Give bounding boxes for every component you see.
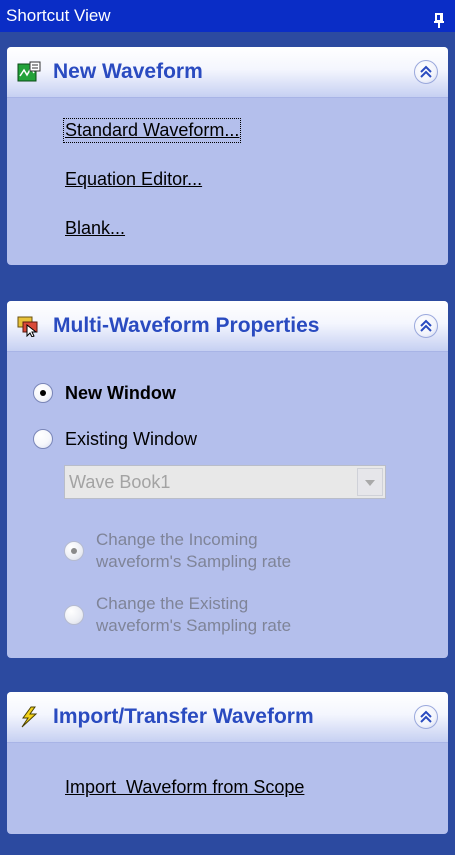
change-existing-label-line2: waveform's Sampling rate: [96, 616, 292, 635]
new-waveform-panel: New Waveform Standard Waveform... Equati…: [7, 47, 448, 265]
radio-selected-dot: [40, 390, 46, 396]
collapse-chevron-icon[interactable]: [414, 705, 438, 729]
new-window-radio[interactable]: [33, 383, 53, 403]
multi-waveform-icon: [17, 315, 41, 338]
dropdown-arrow-icon[interactable]: [357, 468, 383, 496]
change-incoming-label-line1: Change the Incoming: [96, 530, 258, 549]
change-existing-label-line1: Change the Existing: [96, 594, 249, 613]
window-select[interactable]: Wave Book1: [64, 465, 386, 499]
blank-link[interactable]: Blank...: [65, 218, 125, 239]
lightning-icon: [17, 706, 41, 728]
multi-waveform-panel: Multi-Waveform Properties New Window Exi…: [7, 301, 448, 658]
equation-editor-link[interactable]: Equation Editor...: [65, 169, 202, 190]
multi-waveform-header[interactable]: Multi-Waveform Properties: [7, 301, 448, 352]
shortcut-view-titlebar: Shortcut View: [0, 0, 455, 32]
import-waveform-from-scope-link[interactable]: Import Waveform from Scope: [65, 777, 304, 798]
collapse-chevron-icon[interactable]: [414, 60, 438, 84]
shortcut-view-title: Shortcut View: [6, 6, 111, 25]
change-incoming-radio[interactable]: [64, 541, 84, 561]
new-waveform-title: New Waveform: [53, 60, 203, 83]
new-waveform-header[interactable]: New Waveform: [7, 47, 448, 98]
multi-waveform-title: Multi-Waveform Properties: [53, 314, 320, 337]
import-transfer-title: Import/Transfer Waveform: [53, 705, 314, 728]
import-transfer-panel: Import/Transfer Waveform Import Waveform…: [7, 692, 448, 834]
change-incoming-label-line2: waveform's Sampling rate: [96, 552, 292, 571]
new-window-label: New Window: [65, 383, 176, 403]
existing-window-label: Existing Window: [65, 429, 198, 449]
standard-waveform-link[interactable]: Standard Waveform...: [62, 118, 242, 143]
window-select-value: Wave Book1: [69, 472, 171, 492]
change-incoming-label: Change the Incoming waveform's Sampling …: [96, 529, 291, 573]
existing-window-radio[interactable]: [33, 429, 53, 449]
collapse-chevron-icon[interactable]: [414, 314, 438, 338]
new-waveform-icon: [17, 61, 41, 83]
change-existing-radio[interactable]: [64, 605, 84, 625]
import-transfer-header[interactable]: Import/Transfer Waveform: [7, 692, 448, 743]
change-existing-label: Change the Existing waveform's Sampling …: [96, 593, 291, 637]
pin-icon[interactable]: [433, 8, 445, 28]
radio-selected-dot: [71, 548, 77, 554]
